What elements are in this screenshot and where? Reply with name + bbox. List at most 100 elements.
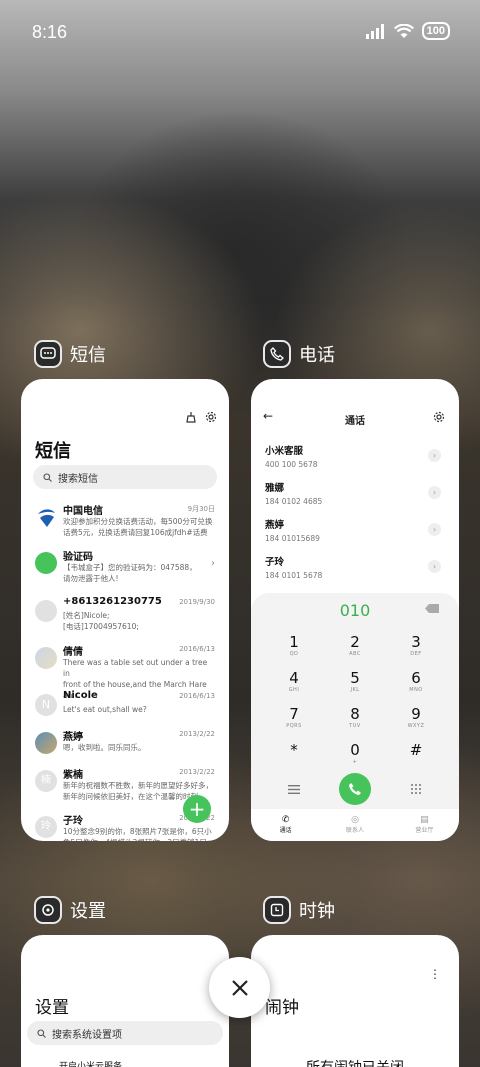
message-preview: 10分整念9别的你，8张照片7张是你，6只小 兔5只像你，4根蜡头3根较你，2只… — [63, 827, 212, 841]
phone-tab-bar: ✆ 通话 ◎ 联系人 ▤ 营业厅 — [251, 809, 459, 841]
message-item[interactable]: 倩倩 2016/6/13 There was a table set out u… — [21, 643, 229, 700]
message-sender: 中国电信 — [63, 506, 103, 517]
search-icon — [37, 1028, 46, 1038]
settings-app-header[interactable]: 设置 — [34, 896, 106, 924]
settings-item-mi-cloud[interactable]: 开启小米云服务 — [59, 1059, 122, 1067]
signal-icon — [365, 23, 384, 39]
dial-key[interactable]: 0 + — [330, 741, 380, 765]
message-preview: 嗯，收到啦。同乐同乐。 — [63, 743, 146, 752]
message-preview: [姓名]Nicole; [电话]17004957610; — [63, 611, 139, 631]
message-item[interactable]: N Nicole 2016/6/13 Let's eat out,shall w… — [21, 690, 229, 732]
message-item[interactable]: 中国电信 9月30日 欢迎参加积分兑换话费活动，每500分可兑换 话费5元，兑换… — [21, 502, 229, 544]
settings-app-name: 设置 — [70, 901, 106, 922]
message-sender: 子玲 — [63, 816, 83, 827]
telecom-logo-icon — [38, 509, 55, 527]
dial-key[interactable]: 3 DEF — [391, 633, 441, 657]
photo-avatar — [35, 647, 57, 669]
clock-app-name: 时钟 — [299, 901, 335, 922]
clock-app-card[interactable]: ⋮ 闹钟 所有闹钟已关闭 — [251, 935, 459, 1067]
contact-number: 184 0102 4685 — [265, 497, 323, 506]
tab-service-hall[interactable]: ▤ 营业厅 — [390, 809, 459, 841]
contact-item[interactable]: 燕婷 184 01015689 › — [265, 517, 445, 549]
message-item[interactable]: 燕婷 2013/2/22 嗯，收到啦。同乐同乐。 — [21, 728, 229, 770]
sms-search-input[interactable]: 搜索短信 — [33, 465, 217, 489]
clock-app-icon — [263, 896, 291, 924]
chevron-right-icon[interactable]: › — [428, 523, 441, 536]
message-date: 9月30日 — [187, 505, 215, 513]
backspace-icon[interactable] — [425, 604, 439, 613]
sms-app-header[interactable]: 短信 — [34, 340, 106, 368]
call-button[interactable] — [339, 773, 371, 805]
tab-contacts[interactable]: ◎ 联系人 — [320, 809, 389, 841]
contact-name: 子玲 — [265, 557, 285, 568]
sms-app-name: 短信 — [70, 345, 106, 366]
person-avatar-icon — [35, 600, 57, 622]
settings-app-card[interactable]: 设置 搜索系统设置项 开启小米云服务 — [21, 935, 229, 1067]
contact-item[interactable]: 子玲 184 0101 5678 › — [265, 554, 445, 586]
clock-page-title: 闹钟 — [265, 998, 299, 1018]
message-sender: +8613261230775 — [63, 596, 162, 607]
message-item[interactable]: +8613261230775 2019/9/30 [姓名]Nicole; [电话… — [21, 596, 229, 638]
dial-key[interactable]: 5 JKL — [330, 669, 380, 693]
settings-search-placeholder: 搜索系统设置项 — [52, 1029, 122, 1041]
chevron-right-icon[interactable]: › — [428, 560, 441, 573]
dial-key[interactable]: 2 ABC — [330, 633, 380, 657]
chevron-right-icon[interactable]: › — [428, 449, 441, 462]
contact-name: 燕婷 — [265, 520, 285, 531]
sms-app-card[interactable]: 短信 搜索短信 中国电信 9月30日 欢迎参加积分兑换话费活动，每500分可兑换… — [21, 379, 229, 841]
message-sender: 紫楠 — [63, 770, 83, 781]
sms-page-title: 短信 — [35, 441, 71, 462]
contact-item[interactable]: 雅娜 184 0102 4685 › — [265, 480, 445, 512]
contact-number: 184 01015689 — [265, 534, 320, 543]
phone-header: ← 通话 — [251, 409, 459, 429]
dial-key[interactable]: 6 MNO — [391, 669, 441, 693]
message-sender: Nicole — [63, 690, 98, 701]
keypad-toggle-icon[interactable] — [410, 783, 422, 795]
tab-calls[interactable]: ✆ 通话 — [251, 809, 320, 841]
settings-search-input[interactable]: 搜索系统设置项 — [27, 1021, 223, 1045]
dial-key[interactable]: # — [391, 741, 441, 759]
message-sender: 燕婷 — [63, 732, 83, 743]
dial-key[interactable]: * — [269, 741, 319, 759]
status-time: 8:16 — [32, 22, 68, 42]
settings-app-icon — [34, 896, 62, 924]
dial-key[interactable]: 1 QD — [269, 633, 319, 657]
message-preview: 欢迎参加积分兑换话费活动，每500分可兑换 话费5元，兑换话费请回复106成jf… — [63, 517, 213, 537]
clean-icon[interactable] — [185, 411, 197, 423]
alarms-empty-text: 所有闹钟已关闭 — [251, 1057, 459, 1067]
letter-avatar: 楠 — [35, 770, 57, 792]
sms-toolbar — [185, 411, 217, 423]
dial-key[interactable]: 4 GHI — [269, 669, 319, 693]
message-preview: 【韦城盒子】您的验证码为：047588， 请勿泄露于他人! — [63, 563, 197, 583]
chevron-right-icon[interactable]: › — [428, 486, 441, 499]
dial-key[interactable]: 8 TUV — [330, 705, 380, 729]
dial-key[interactable]: 7 PQRS — [269, 705, 319, 729]
message-sender: 倩倩 — [63, 647, 83, 658]
contact-number: 184 0101 5678 — [265, 571, 323, 580]
wifi-icon — [393, 23, 414, 38]
dial-key[interactable]: 9 WXYZ — [391, 705, 441, 729]
message-item[interactable]: 验证码 › 【韦城盒子】您的验证码为：047588， 请勿泄露于他人! — [21, 548, 229, 590]
message-date: 2019/9/30 — [179, 598, 215, 606]
contact-item[interactable]: 小米客服 400 100 5678 › — [265, 443, 445, 475]
new-message-button[interactable]: + — [183, 795, 211, 823]
search-icon — [43, 472, 52, 482]
message-date: 2016/6/13 — [179, 645, 215, 653]
contact-name: 小米客服 — [265, 446, 304, 457]
chat-bubble-icon — [35, 552, 57, 574]
photo-avatar — [35, 732, 57, 754]
menu-icon[interactable] — [288, 785, 300, 794]
phone-app-card[interactable]: ← 通话 小米客服 400 100 5678 › 雅娜 184 0102 468… — [251, 379, 459, 841]
settings-gear-icon[interactable] — [205, 411, 217, 423]
dialpad: 010 1 QD 2 ABC 3 DEF 4 GHI 5 JKL 6 MNO 7 PQRS 8… — [251, 593, 459, 841]
contact-name: 雅娜 — [265, 483, 285, 494]
settings-gear-icon[interactable] — [433, 411, 445, 423]
status-icons: 100 — [365, 22, 450, 40]
clear-all-button[interactable] — [209, 957, 270, 1018]
letter-avatar: 玲 — [35, 816, 57, 838]
sms-app-icon — [34, 340, 62, 368]
clock-app-header[interactable]: 时钟 — [263, 896, 335, 924]
phone-app-header[interactable]: 电话 — [263, 340, 335, 368]
status-bar: 8:16 100 — [0, 0, 480, 68]
more-options-icon[interactable]: ⋮ — [429, 967, 441, 981]
